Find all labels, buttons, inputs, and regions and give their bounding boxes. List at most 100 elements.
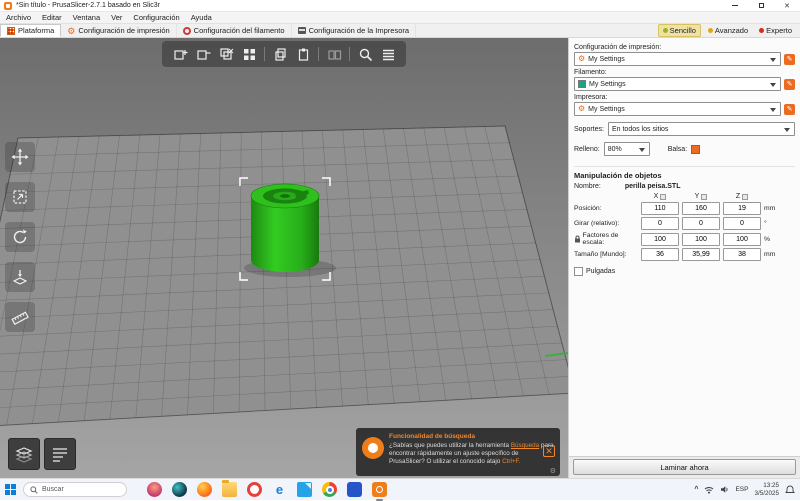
edit-printer-preset-icon[interactable]: ✎ — [784, 103, 795, 115]
language-indicator[interactable]: ESP — [735, 486, 748, 493]
print-preset-select[interactable]: ⚙ My Settings — [574, 52, 781, 66]
scale-y-input[interactable] — [682, 232, 720, 246]
add-object-icon[interactable] — [172, 46, 188, 62]
blue-app-icon[interactable] — [347, 482, 362, 497]
rotate-label: Girar (relativo): — [574, 220, 620, 227]
delete-object-icon[interactable] — [195, 46, 211, 62]
paste-icon[interactable] — [295, 46, 311, 62]
print-bed-scene — [0, 125, 568, 426]
tray-expand-icon[interactable]: ^ — [694, 486, 698, 493]
infill-select[interactable]: 80% — [603, 142, 650, 156]
people-app-icon[interactable] — [147, 482, 162, 497]
size-y-input[interactable] — [682, 248, 720, 261]
supports-select[interactable]: En todos los sitios — [607, 122, 795, 136]
lock-icon[interactable] — [574, 235, 581, 243]
scale-tool-icon[interactable] — [5, 182, 35, 212]
filament-preset-select[interactable]: My Settings — [574, 77, 781, 91]
toast-body: Funcionalidad de búsqueda ¿Sabías que pu… — [389, 433, 554, 471]
rotate-x-input[interactable] — [641, 217, 679, 230]
position-label: Posición: — [574, 205, 602, 212]
rotate-y-input[interactable] — [682, 217, 720, 230]
slice-strip: Laminar ahora — [569, 456, 800, 478]
menu-editar[interactable]: Editar — [42, 13, 62, 22]
minimize-button[interactable] — [722, 0, 748, 11]
search-link[interactable]: Búsqueda — [511, 442, 539, 449]
menu-ventana[interactable]: Ventana — [73, 13, 101, 22]
tab-filament-settings[interactable]: Configuración del filamento — [177, 24, 292, 37]
clock[interactable]: 13:25 3/5/2025 — [754, 482, 779, 496]
menu-ver[interactable]: Ver — [111, 13, 122, 22]
measure-tool-icon[interactable] — [5, 302, 35, 332]
editor-view-icon[interactable] — [8, 438, 40, 470]
file-explorer-icon[interactable] — [222, 480, 237, 497]
delete-all-icon[interactable] — [218, 46, 234, 62]
toast-close-icon[interactable]: ✕ — [543, 445, 555, 457]
menu-archivo[interactable]: Archivo — [6, 13, 31, 22]
infill-label: Relleno: — [574, 145, 600, 153]
toast-text: ¿Sabías que puedes utilizar la herramien… — [389, 442, 554, 465]
windows-taskbar: Buscar e ^ ESP 13:25 3/5/2025 — [0, 478, 800, 501]
firefox-icon[interactable] — [197, 482, 212, 497]
variable-layer-height-icon[interactable] — [380, 46, 396, 62]
edit-filament-preset-icon[interactable]: ✎ — [784, 78, 795, 90]
raft-checkbox[interactable] — [691, 144, 701, 154]
menu-ayuda[interactable]: Ayuda — [191, 13, 212, 22]
scale-z-input[interactable] — [723, 232, 761, 246]
move-tool-icon[interactable] — [5, 142, 35, 172]
scale-label: Factores de escala: — [574, 232, 638, 246]
volume-icon[interactable] — [720, 485, 729, 494]
opera-icon[interactable] — [247, 482, 262, 497]
viewport-3d[interactable]: Funcionalidad de búsqueda ¿Sabías que pu… — [0, 38, 568, 478]
mode-experto[interactable]: Experto — [755, 25, 796, 36]
start-button-icon[interactable] — [5, 483, 17, 496]
toolbar-separator — [264, 47, 265, 61]
tab-print-settings[interactable]: ⚙ Configuración de impresión — [61, 24, 177, 37]
place-on-face-tool-icon[interactable] — [5, 262, 35, 292]
toast-settings-gear-icon[interactable]: ⚙ — [550, 467, 556, 475]
printer-label: Impresora: — [574, 94, 608, 101]
model-object[interactable] — [250, 183, 320, 272]
close-button[interactable]: ✕ — [774, 0, 800, 11]
search-icon[interactable] — [357, 46, 373, 62]
chrome-icon[interactable] — [322, 482, 337, 497]
rotate-z-input[interactable] — [723, 217, 761, 230]
filament-color-swatch — [578, 80, 586, 88]
filament-icon — [182, 26, 191, 35]
position-x-input[interactable] — [641, 202, 679, 215]
size-z-input[interactable] — [723, 248, 761, 261]
position-y-input[interactable] — [682, 202, 720, 215]
menu-configuracion[interactable]: Configuración — [133, 13, 179, 22]
mode-avanzado[interactable]: Avanzado — [704, 25, 752, 36]
edge-dev-app-icon[interactable] — [172, 482, 187, 497]
rotate-tool-icon[interactable] — [5, 222, 35, 252]
tab-bar: Plataforma ⚙ Configuración de impresión … — [0, 24, 800, 38]
taskbar-apps: e — [147, 480, 387, 501]
edit-print-preset-icon[interactable]: ✎ — [784, 53, 795, 65]
scale-x-input[interactable] — [641, 232, 679, 246]
taskbar-search[interactable]: Buscar — [23, 482, 127, 497]
axis-header-y: Y — [682, 193, 720, 200]
arrange-icon[interactable] — [241, 46, 257, 62]
preview-view-icon[interactable] — [44, 438, 76, 470]
copy-icon[interactable] — [272, 46, 288, 62]
size-x-input[interactable] — [641, 248, 679, 261]
mode-dot-simple — [662, 28, 668, 33]
split-object-icon[interactable] — [326, 46, 342, 62]
printer-preset-select[interactable]: ⚙ My Settings — [574, 102, 781, 116]
network-icon[interactable] — [704, 485, 714, 494]
axis-z-icon — [742, 193, 749, 200]
notification-bell-icon[interactable] — [785, 485, 795, 495]
inches-checkbox[interactable] — [574, 267, 583, 276]
prusaslicer-taskbar-icon[interactable] — [372, 482, 387, 501]
gizmo-toolbar — [5, 142, 35, 332]
vscode-icon[interactable] — [297, 482, 312, 497]
tray-date: 3/5/2025 — [754, 489, 779, 497]
mode-sencillo[interactable]: Sencillo — [657, 24, 701, 37]
scale-unit: % — [764, 235, 771, 243]
slice-now-button[interactable]: Laminar ahora — [573, 459, 796, 475]
tab-printer-settings[interactable]: Configuración de la Impresora — [292, 24, 417, 37]
maximize-button[interactable] — [748, 0, 774, 11]
internet-explorer-icon[interactable]: e — [272, 482, 287, 497]
position-z-input[interactable] — [723, 202, 761, 215]
tab-plataforma[interactable]: Plataforma — [0, 24, 62, 37]
